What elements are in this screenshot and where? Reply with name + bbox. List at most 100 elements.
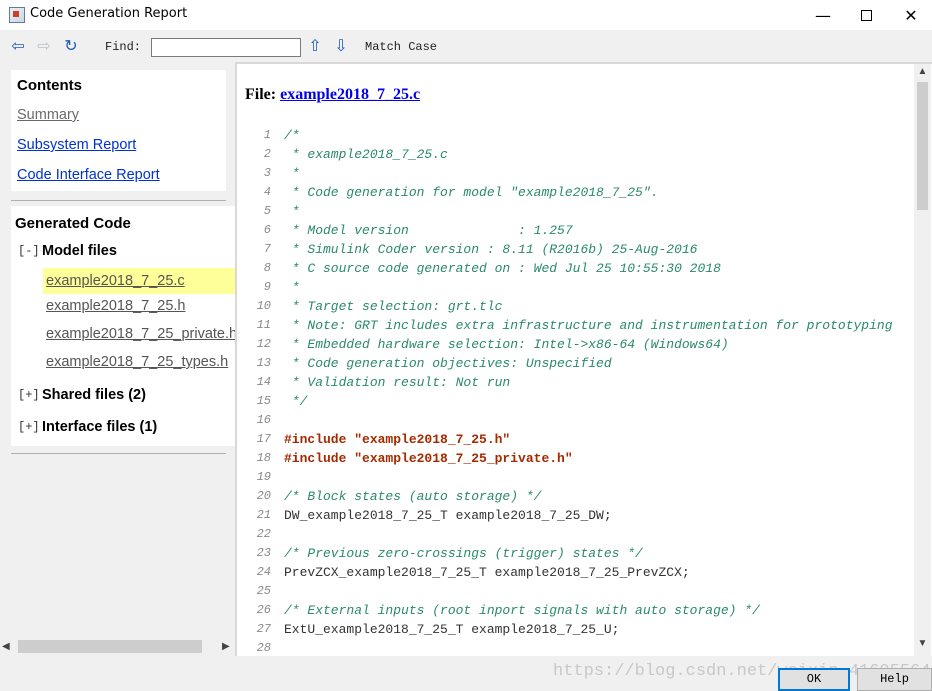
forward-arrow-icon[interactable]: ⇨	[34, 37, 54, 55]
code-text: /* Previous zero-crossings (trigger) sta…	[284, 546, 643, 561]
file-link-example2018-7-25-types-h[interactable]: example2018_7_25_types.h	[46, 354, 228, 370]
line-number: 22	[256, 527, 271, 541]
horizontal-scrollbar[interactable]: ◀ ▶	[0, 638, 235, 655]
line-number: 1	[263, 128, 271, 142]
line-number: 2	[263, 147, 271, 161]
code-line: 26 /* External inputs (root inport signal…	[237, 601, 912, 620]
line-number: 4	[263, 185, 271, 199]
match-case-toggle[interactable]: Match Case	[365, 40, 437, 54]
model-files-collapse-toggle[interactable]: [-]	[18, 244, 40, 258]
code-text: *	[284, 166, 300, 181]
shared-files-expand-toggle[interactable]: [+]	[18, 388, 40, 402]
code-line: 24 PrevZCX_example2018_7_25_T example2018…	[237, 563, 912, 582]
file-link-example2018-7-25-c[interactable]: example2018_7_25.c	[43, 268, 235, 294]
code-line: 22	[237, 525, 912, 544]
interface-files-group[interactable]: Interface files (1)	[42, 419, 157, 435]
code-line: 18 #include "example2018_7_25_private.h"	[237, 449, 912, 468]
code-line: 8 * C source code generated on : Wed Jul…	[237, 259, 912, 278]
code-line: 20 /* Block states (auto storage) */	[237, 487, 912, 506]
contents-section: Contents Summary Subsystem Report Code I…	[11, 70, 226, 191]
line-number: 26	[256, 603, 271, 617]
line-number: 9	[263, 280, 271, 294]
generated-code-tree: Generated Code [-] Model files example20…	[11, 206, 235, 446]
code-line: 5 *	[237, 202, 912, 221]
line-number: 17	[256, 432, 271, 446]
code-line: 7 * Simulink Coder version : 8.11 (R2016…	[237, 240, 912, 259]
ok-button[interactable]: OK	[778, 668, 850, 691]
line-number: 14	[256, 375, 271, 389]
file-header: File: example2018_7_25.c	[245, 86, 420, 104]
file-name-link[interactable]: example2018_7_25.c	[280, 86, 420, 103]
code-text: * Simulink Coder version : 8.11 (R2016b)…	[284, 242, 698, 257]
line-number: 20	[256, 489, 271, 503]
line-number: 8	[263, 261, 271, 275]
summary-link[interactable]: Summary	[17, 107, 79, 123]
subsystem-report-link[interactable]: Subsystem Report	[17, 137, 136, 153]
model-files-group[interactable]: Model files	[42, 243, 117, 259]
maximize-icon	[860, 9, 872, 21]
interface-files-expand-toggle[interactable]: [+]	[18, 420, 40, 434]
line-number: 7	[263, 242, 271, 256]
line-number: 28	[256, 641, 271, 655]
code-line: 14 * Validation result: Not run	[237, 373, 912, 392]
code-line: 15 */	[237, 392, 912, 411]
navigation-pane: Contents Summary Subsystem Report Code I…	[0, 62, 235, 656]
app-icon	[9, 7, 25, 23]
find-input[interactable]	[151, 38, 301, 57]
maximize-button[interactable]	[843, 0, 889, 30]
divider	[11, 200, 226, 201]
help-button[interactable]: Help	[857, 668, 932, 691]
code-line: 10 * Target selection: grt.tlc	[237, 297, 912, 316]
code-text: */	[284, 394, 308, 409]
code-text: *	[284, 204, 300, 219]
generated-code-title: Generated Code	[15, 215, 131, 232]
find-label: Find:	[105, 40, 142, 54]
line-number: 19	[256, 470, 271, 484]
divider	[11, 453, 226, 454]
file-link-example2018-7-25-private-h[interactable]: example2018_7_25_private.h	[46, 326, 235, 342]
code-line: 2 * example2018_7_25.c	[237, 145, 912, 164]
file-content-pane: File: example2018_7_25.c 1 /* 2 * example2…	[235, 62, 932, 656]
code-line: 11 * Note: GRT includes extra infrastruc…	[237, 316, 912, 335]
line-number: 13	[256, 356, 271, 370]
vertical-scrollbar[interactable]: ▲ ▼	[914, 64, 931, 656]
code-text: /* Block states (auto storage) */	[284, 489, 542, 504]
code-line: 12 * Embedded hardware selection: Intel-…	[237, 335, 912, 354]
back-arrow-icon[interactable]: ⇦	[8, 37, 28, 55]
line-number: 27	[256, 622, 271, 636]
scroll-right-icon[interactable]: ▶	[222, 638, 230, 655]
line-number: 25	[256, 584, 271, 598]
code-line: 9 *	[237, 278, 912, 297]
close-button[interactable]: ✕	[888, 0, 932, 30]
code-interface-report-link[interactable]: Code Interface Report	[17, 167, 160, 183]
code-text: * example2018_7_25.c	[284, 147, 448, 162]
line-number: 23	[256, 546, 271, 560]
toolbar: ⇦ ⇨ ↻ Find: ⇧ ⇩ Match Case	[0, 30, 932, 62]
code-line: 28	[237, 639, 912, 656]
find-next-icon[interactable]: ⇩	[331, 37, 351, 55]
code-text: * Target selection: grt.tlc	[284, 299, 503, 314]
line-number: 12	[256, 337, 271, 351]
scroll-left-icon[interactable]: ◀	[2, 638, 10, 655]
line-number: 15	[256, 394, 271, 408]
minimize-button[interactable]: —	[800, 0, 846, 30]
scrollbar-thumb[interactable]	[917, 82, 928, 210]
scroll-down-icon[interactable]: ▼	[914, 638, 931, 649]
code-text: * Note: GRT includes extra infrastructur…	[284, 318, 893, 333]
scrollbar-thumb[interactable]	[18, 640, 202, 653]
code-line: 23 /* Previous zero-crossings (trigger) s…	[237, 544, 912, 563]
find-previous-icon[interactable]: ⇧	[305, 37, 325, 55]
file-link-example2018-7-25-h[interactable]: example2018_7_25.h	[46, 298, 185, 314]
code-text: * Code generation objectives: Unspecifie…	[284, 356, 612, 371]
line-number: 10	[256, 299, 271, 313]
refresh-icon[interactable]: ↻	[61, 37, 81, 55]
code-text: /* External inputs (root inport signals …	[284, 603, 760, 618]
shared-files-group[interactable]: Shared files (2)	[42, 387, 146, 403]
code-line: 21 DW_example2018_7_25_T example2018_7_25…	[237, 506, 912, 525]
line-number: 5	[263, 204, 271, 218]
code-text: * Model version : 1.257	[284, 223, 573, 238]
line-number: 16	[256, 413, 271, 427]
code-line: 6 * Model version : 1.257	[237, 221, 912, 240]
code-text: ExtU_example2018_7_25_T example2018_7_25…	[284, 622, 620, 637]
scroll-up-icon[interactable]: ▲	[914, 66, 931, 77]
